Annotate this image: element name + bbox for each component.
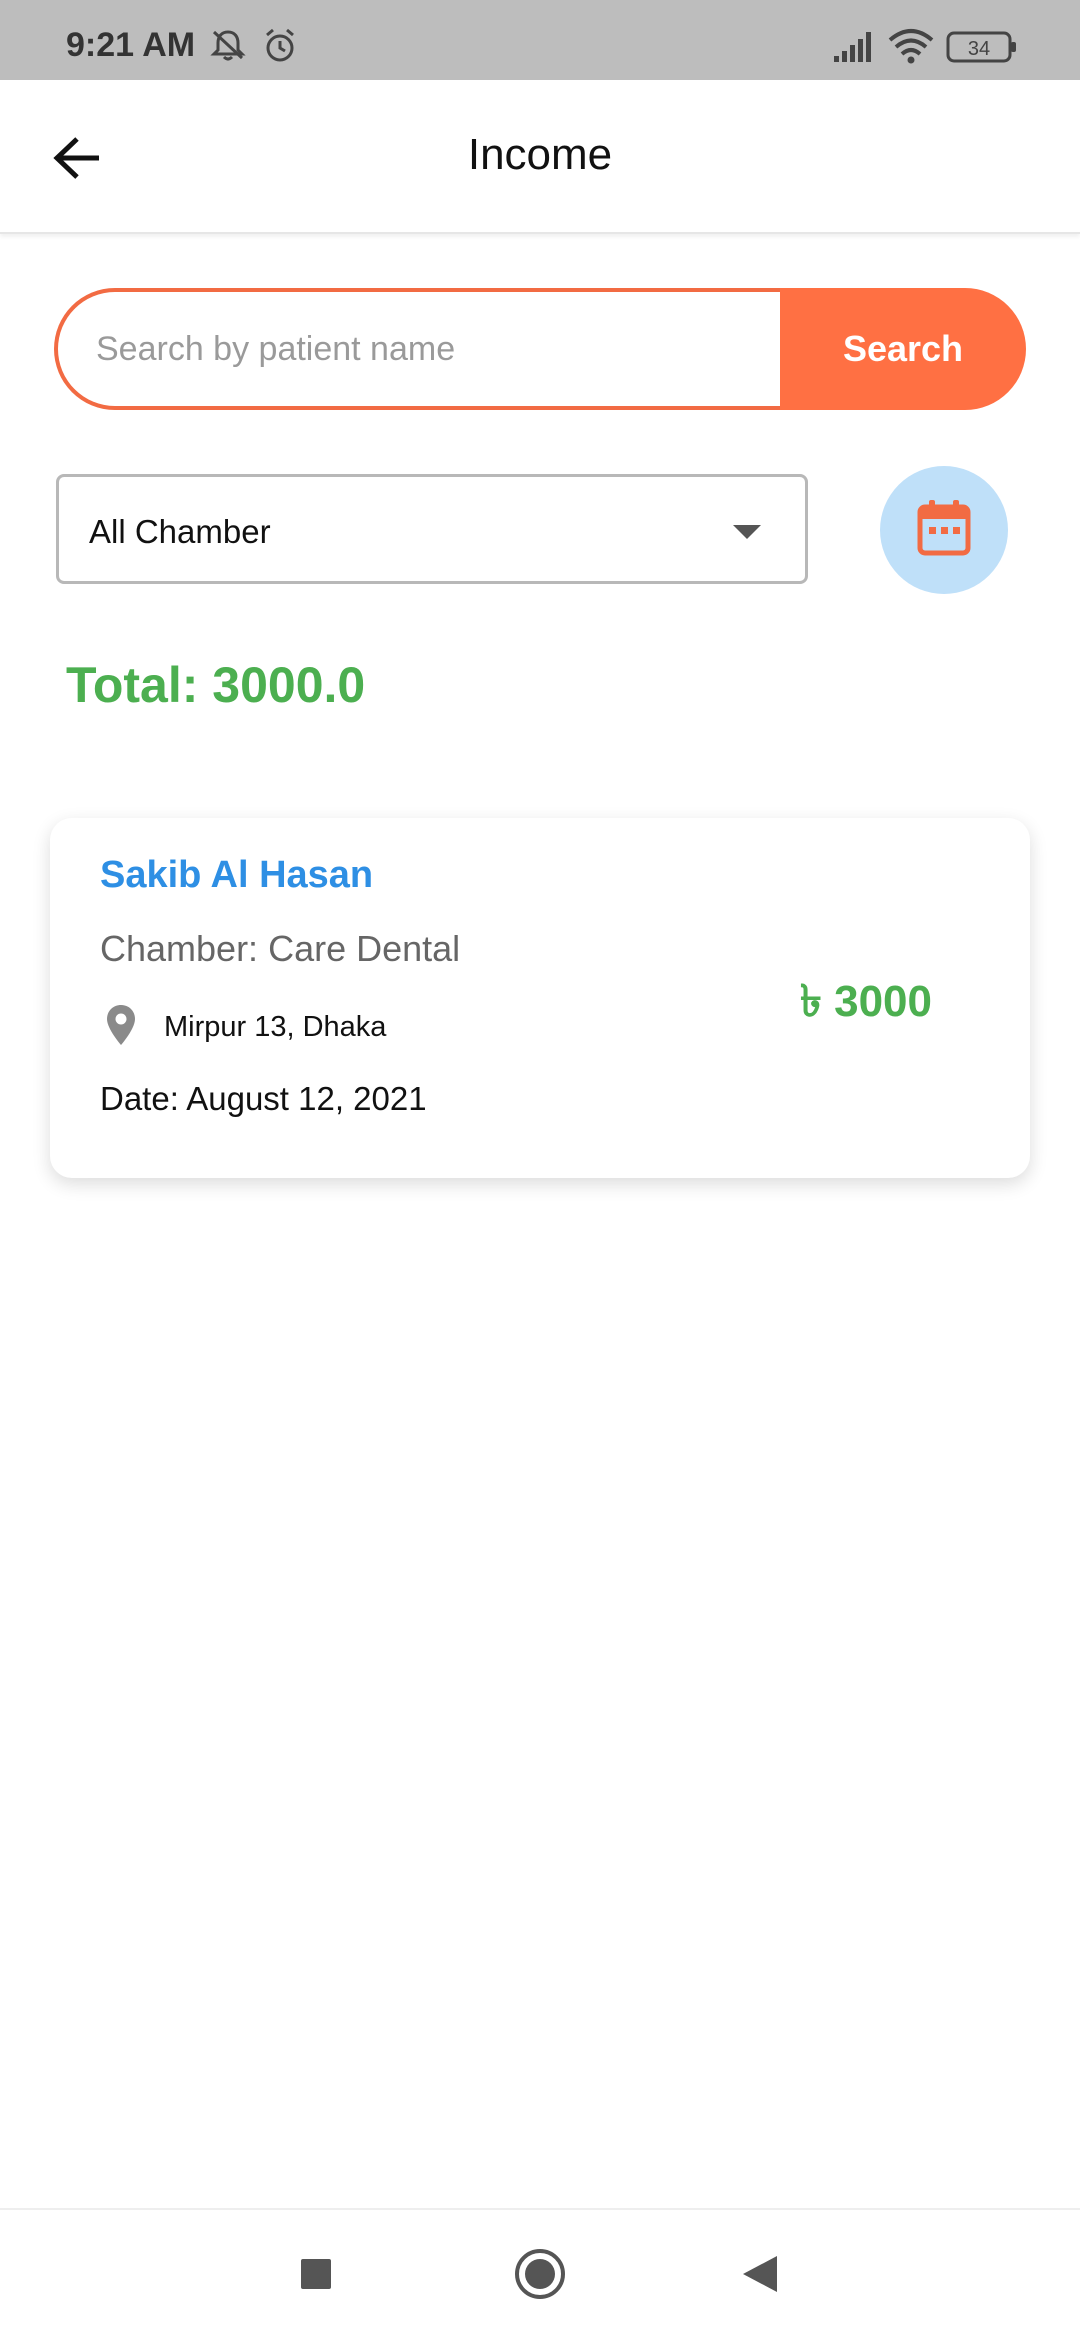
search-input-container [54,288,814,410]
wifi-icon [888,28,934,69]
back-icon [741,2254,779,2299]
status-bar: 9:21 AM 34 [0,0,1080,80]
entry-amount: ৳ 3000 [799,977,932,1026]
date-filter-button[interactable] [880,466,1008,594]
status-time: 9:21 AM [66,26,196,64]
system-nav-bar [0,2208,1080,2340]
chamber-name: Chamber: Care Dental [100,928,461,969]
search-bar: Search [54,288,1026,410]
chamber-dropdown[interactable]: All Chamber [56,474,808,584]
battery-level: 34 [968,38,990,60]
income-card[interactable]: Sakib Al Hasan Chamber: Care Dental Mirp… [50,818,1030,1178]
recent-apps-icon [299,2257,333,2296]
alarm-icon [262,28,298,69]
location-pin-icon [106,1004,136,1051]
dropdown-arrow-icon [731,523,763,546]
battery-icon: 34 [946,30,1018,69]
signal-icon [832,30,876,69]
home-button[interactable] [480,2210,600,2340]
search-input[interactable] [96,316,796,382]
page-title: Income [467,130,613,179]
recent-apps-button[interactable] [256,2210,376,2340]
search-button-label: Search [842,328,964,369]
nav-back-button[interactable] [700,2210,820,2340]
chamber-dropdown-value: All Chamber [89,513,271,550]
search-button[interactable]: Search [780,288,1026,410]
entry-date: Date: August 12, 2021 [100,1080,427,1117]
total-income: Total: 3000.0 [66,657,366,713]
app-bar: Income [0,80,1080,234]
home-icon [514,2248,566,2305]
calendar-icon [916,499,972,562]
location-text: Mirpur 13, Dhaka [164,1011,387,1043]
location-row: Mirpur 13, Dhaka [106,1004,386,1051]
mute-bell-icon [210,28,246,67]
patient-name: Sakib Al Hasan [100,854,374,896]
